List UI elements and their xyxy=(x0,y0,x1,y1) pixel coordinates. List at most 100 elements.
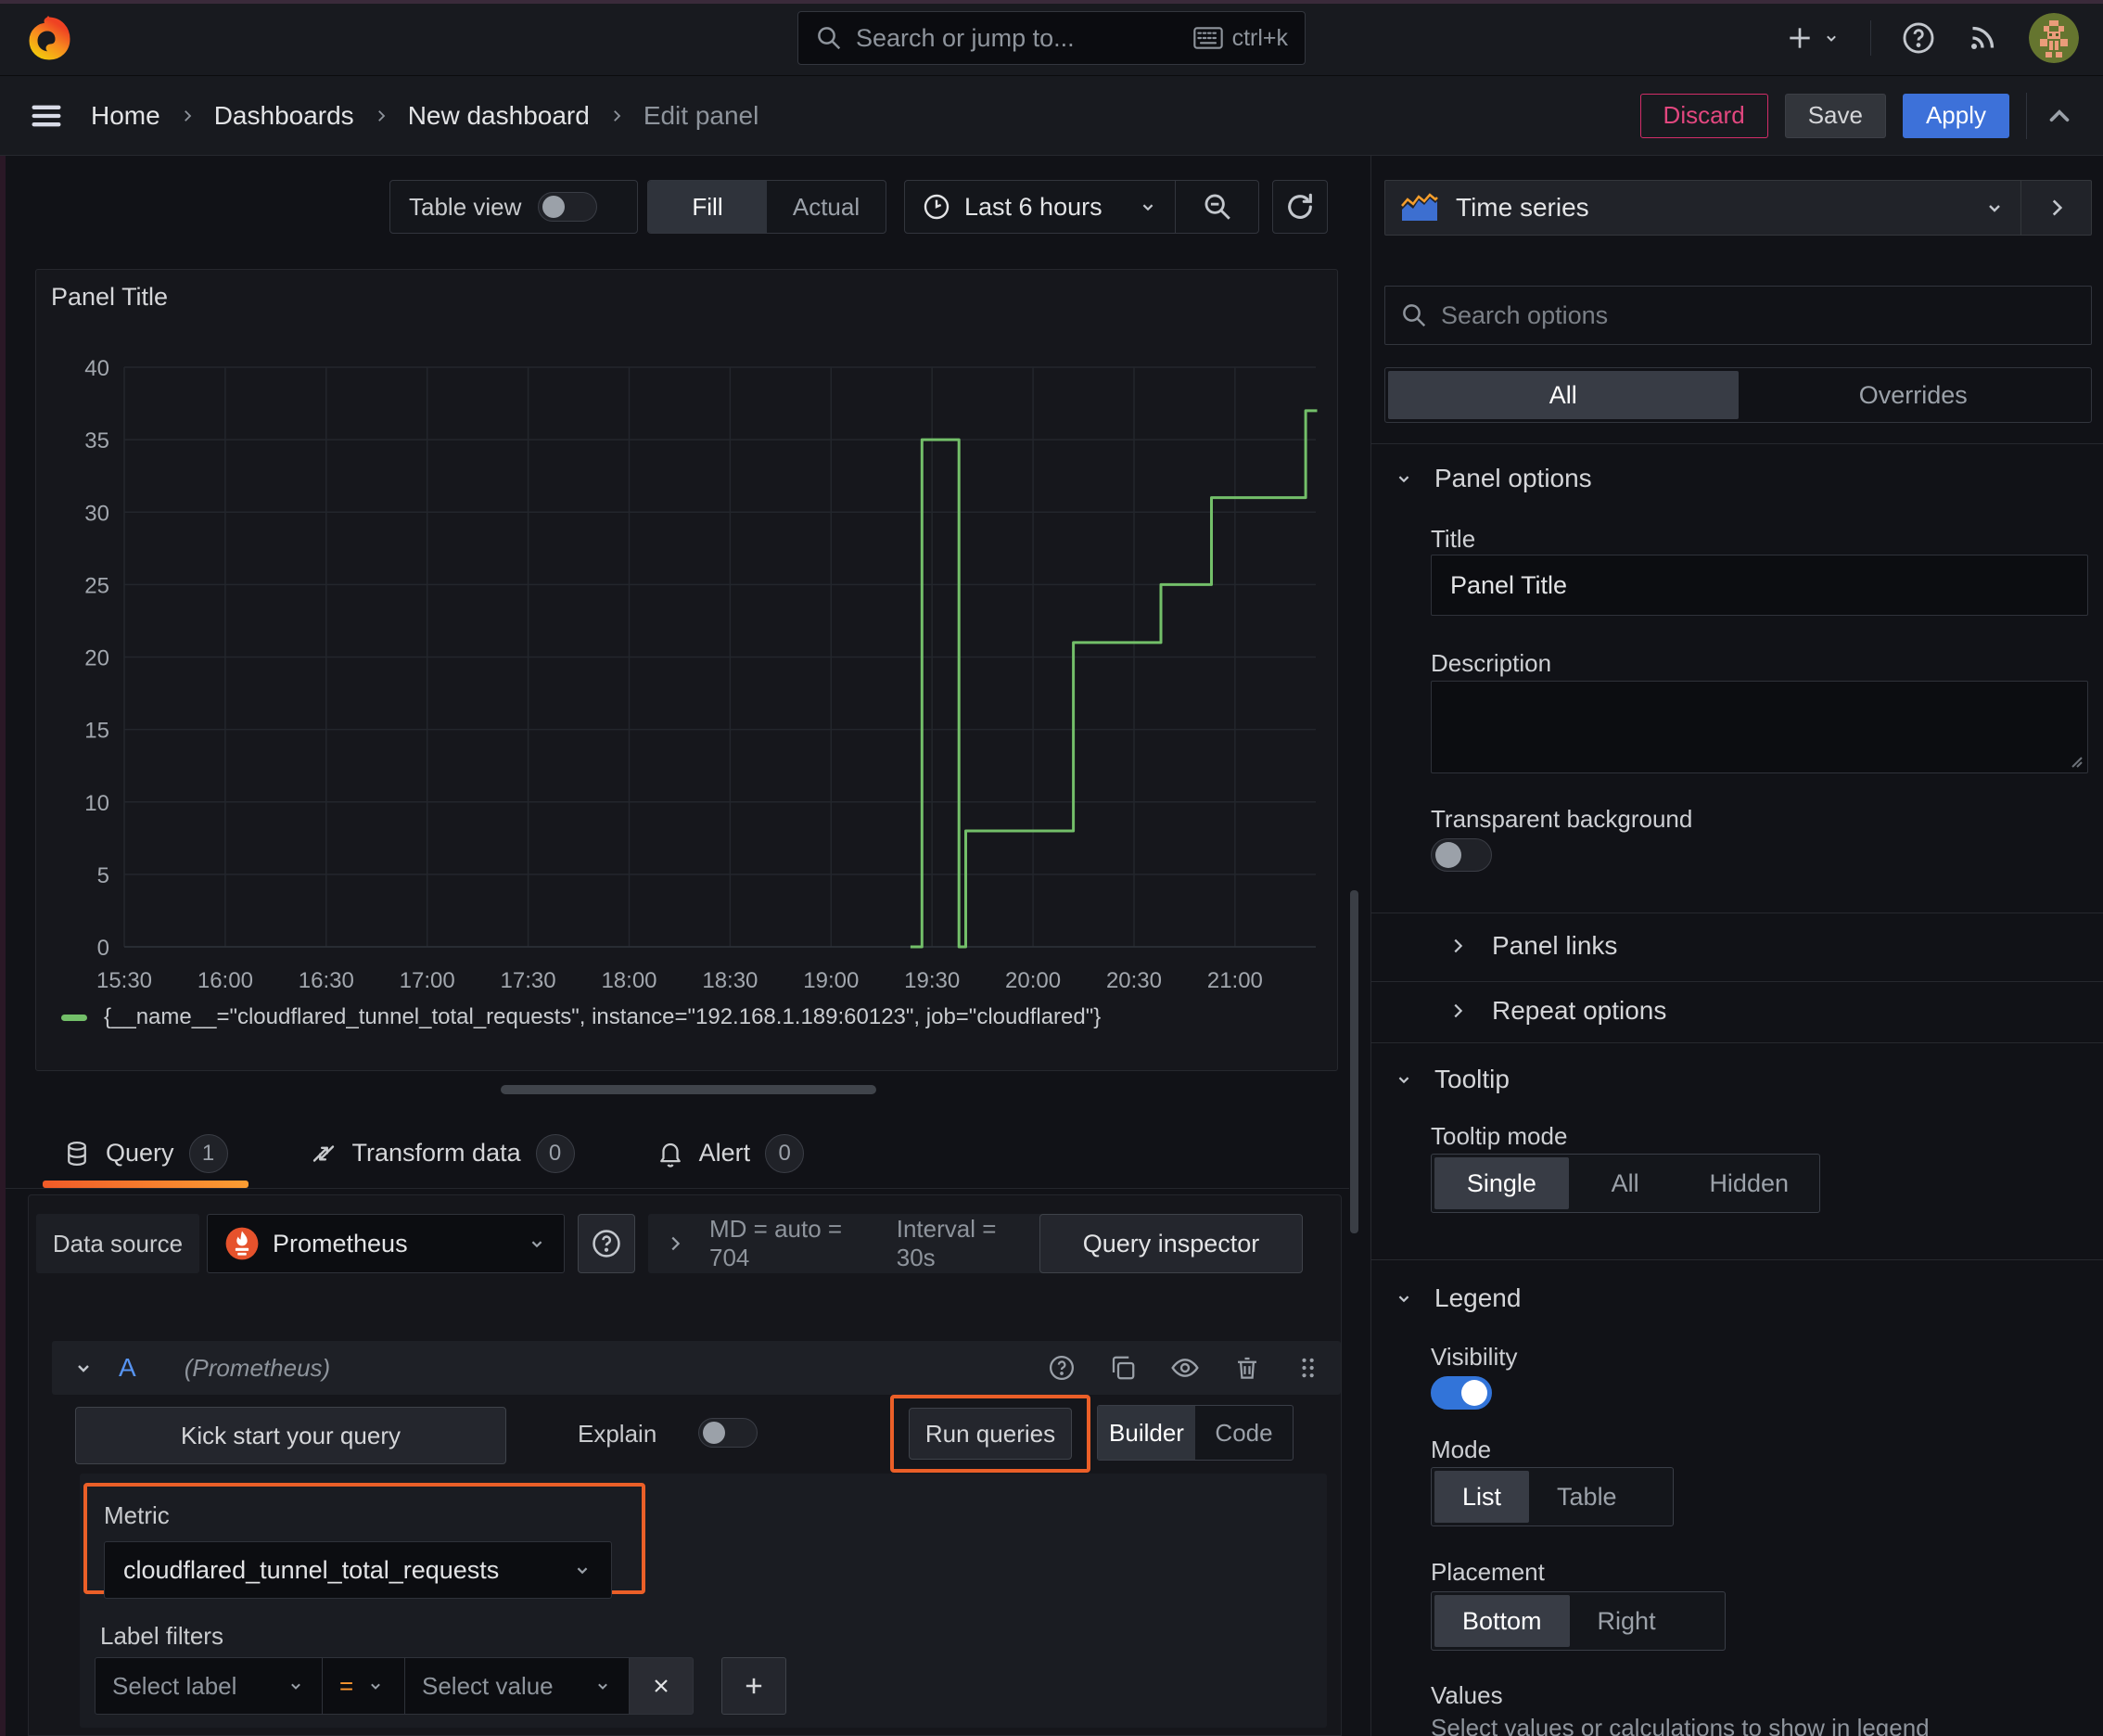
actual-option[interactable]: Actual xyxy=(767,181,886,233)
close-icon xyxy=(655,1679,668,1692)
help-icon[interactable] xyxy=(1901,20,1936,56)
builder-code-switcher: Builder Code xyxy=(1097,1405,1294,1461)
builder-option[interactable]: Builder xyxy=(1098,1406,1195,1460)
tab-transform-count: 0 xyxy=(535,1133,575,1173)
bell-icon xyxy=(656,1140,684,1168)
global-search-input[interactable]: Search or jump to... ctrl+k xyxy=(797,11,1306,65)
tooltip-mode-switcher: Single All Hidden xyxy=(1431,1154,1820,1213)
legend-mode-switcher: List Table xyxy=(1431,1467,1674,1526)
time-range-label: Last 6 hours xyxy=(964,192,1102,221)
options-search-input[interactable]: Search options xyxy=(1384,286,2092,345)
kick-start-query-button[interactable]: Kick start your query xyxy=(75,1407,506,1464)
operator-dropdown[interactable]: = xyxy=(322,1657,405,1715)
remove-filter-button[interactable] xyxy=(629,1657,694,1715)
svg-text:16:00: 16:00 xyxy=(198,968,253,993)
zoom-out-button[interactable] xyxy=(1175,181,1258,233)
actions-divider xyxy=(2026,92,2027,139)
fill-option[interactable]: Fill xyxy=(648,181,767,233)
news-rss-icon[interactable] xyxy=(1966,21,1999,55)
chevron-right-icon xyxy=(608,108,625,124)
legend-section-header[interactable]: Legend xyxy=(1394,1283,1521,1313)
time-range-picker[interactable]: Last 6 hours xyxy=(905,181,1175,233)
select-label-dropdown[interactable]: Select label xyxy=(95,1657,323,1715)
select-value-dropdown[interactable]: Select value xyxy=(404,1657,630,1715)
tab-overrides[interactable]: Overrides xyxy=(1739,371,2089,419)
legend-placement-bottom[interactable]: Bottom xyxy=(1434,1595,1570,1647)
transparent-background-label: Transparent background xyxy=(1431,805,1693,833)
svg-text:16:30: 16:30 xyxy=(299,968,354,993)
options-filter-tabs: All Overrides xyxy=(1384,367,2092,423)
save-button[interactable]: Save xyxy=(1784,93,1886,138)
tab-alert[interactable]: Alert 0 xyxy=(636,1118,825,1188)
data-source-picker[interactable]: Prometheus xyxy=(207,1214,565,1273)
menu-hamburger-icon[interactable] xyxy=(28,97,65,134)
chevron-right-icon xyxy=(2052,199,2062,216)
svg-text:30: 30 xyxy=(84,501,109,526)
editor-scrollbar[interactable] xyxy=(1350,890,1358,1233)
tooltip-mode-hidden[interactable]: Hidden xyxy=(1681,1157,1816,1209)
refresh-button[interactable] xyxy=(1272,180,1328,234)
tooltip-section-header[interactable]: Tooltip xyxy=(1394,1065,1510,1094)
discard-button[interactable]: Discard xyxy=(1639,93,1768,138)
query-row-header[interactable]: A (Prometheus) xyxy=(52,1341,1341,1395)
datasource-help-button[interactable] xyxy=(578,1214,635,1273)
metric-value: cloudflared_tunnel_total_requests xyxy=(123,1555,500,1584)
tab-transform-label: Transform data xyxy=(351,1139,521,1167)
breadcrumb-edit-panel: Edit panel xyxy=(643,100,759,130)
duplicate-query-icon[interactable] xyxy=(1109,1354,1137,1382)
panel-links-section[interactable]: Panel links xyxy=(1447,931,1617,961)
panel-options-section-header[interactable]: Panel options xyxy=(1394,464,1592,493)
apply-button[interactable]: Apply xyxy=(1902,93,2009,138)
drag-query-grip-icon[interactable] xyxy=(1294,1354,1320,1382)
metric-select[interactable]: cloudflared_tunnel_total_requests xyxy=(104,1541,612,1599)
code-option[interactable]: Code xyxy=(1195,1406,1293,1460)
legend-visibility-toggle[interactable] xyxy=(1431,1376,1492,1410)
breadcrumb-home[interactable]: Home xyxy=(91,101,160,131)
chevron-down-icon xyxy=(1398,476,1409,483)
run-queries-button[interactable]: Run queries xyxy=(909,1408,1072,1460)
query-options-summary[interactable]: MD = auto = 704 Interval = 30s xyxy=(648,1214,1045,1273)
table-view-toggle[interactable] xyxy=(538,192,598,222)
add-filter-button[interactable] xyxy=(721,1657,786,1715)
chevron-down-icon[interactable] xyxy=(72,1357,95,1379)
chevron-down-icon xyxy=(572,1560,593,1580)
tab-transform-data[interactable]: Transform data 0 xyxy=(289,1118,595,1188)
legend-mode-list[interactable]: List xyxy=(1434,1471,1530,1523)
run-queries-highlight: Run queries xyxy=(890,1395,1090,1473)
svg-text:10: 10 xyxy=(84,791,109,816)
query-builder-body: Metric cloudflared_tunnel_total_requests… xyxy=(80,1474,1327,1728)
legend-placement-right[interactable]: Right xyxy=(1570,1595,1684,1647)
query-inspector-button[interactable]: Query inspector xyxy=(1039,1214,1303,1273)
chart-panel[interactable]: Panel Title 0 5 10 15 20 25 30 35 40 15:30 16:00 16… xyxy=(35,269,1338,1071)
topbar-divider xyxy=(1870,19,1871,56)
grafana-logo[interactable] xyxy=(24,14,72,62)
chevron-down-icon xyxy=(1398,1296,1409,1303)
transparent-background-toggle[interactable] xyxy=(1431,838,1492,872)
breadcrumb-new-dashboard[interactable]: New dashboard xyxy=(408,101,590,131)
user-avatar[interactable] xyxy=(2029,12,2079,63)
visualization-select[interactable]: Time series xyxy=(1385,181,2020,235)
delete-query-trash-icon[interactable] xyxy=(1233,1354,1261,1382)
tooltip-mode-single[interactable]: Single xyxy=(1434,1157,1569,1209)
tab-all[interactable]: All xyxy=(1388,371,1739,419)
time-series-chart[interactable]: 0 5 10 15 20 25 30 35 40 15:30 16:00 16:30 17:00 17:3… xyxy=(36,270,1339,1072)
resize-corner-icon[interactable] xyxy=(2067,752,2084,769)
tooltip-mode-all[interactable]: All xyxy=(1569,1157,1682,1209)
viz-suggestions-button[interactable] xyxy=(2020,181,2091,235)
add-new-dropdown[interactable] xyxy=(1785,23,1841,53)
repeat-options-section[interactable]: Repeat options xyxy=(1447,996,1666,1026)
query-help-icon[interactable] xyxy=(1048,1354,1076,1382)
breadcrumb-dashboards[interactable]: Dashboards xyxy=(214,101,354,131)
chart-legend[interactable]: {__name__="cloudflared_tunnel_total_requ… xyxy=(61,1004,1101,1030)
pane-resize-handle[interactable] xyxy=(501,1085,876,1094)
description-textarea[interactable] xyxy=(1431,681,2088,773)
explain-toggle[interactable] xyxy=(698,1418,758,1448)
toggle-visibility-eye-icon[interactable] xyxy=(1170,1353,1200,1383)
svg-text:0: 0 xyxy=(97,936,109,961)
panel-title-input[interactable] xyxy=(1431,555,2088,616)
collapse-chevron-up-icon[interactable] xyxy=(2044,100,2075,132)
tab-query-count: 1 xyxy=(188,1133,228,1173)
legend-mode-table[interactable]: Table xyxy=(1529,1471,1645,1523)
label-filter-row: Select label = Select value xyxy=(95,1657,786,1715)
tab-query[interactable]: Query 1 xyxy=(43,1118,249,1188)
